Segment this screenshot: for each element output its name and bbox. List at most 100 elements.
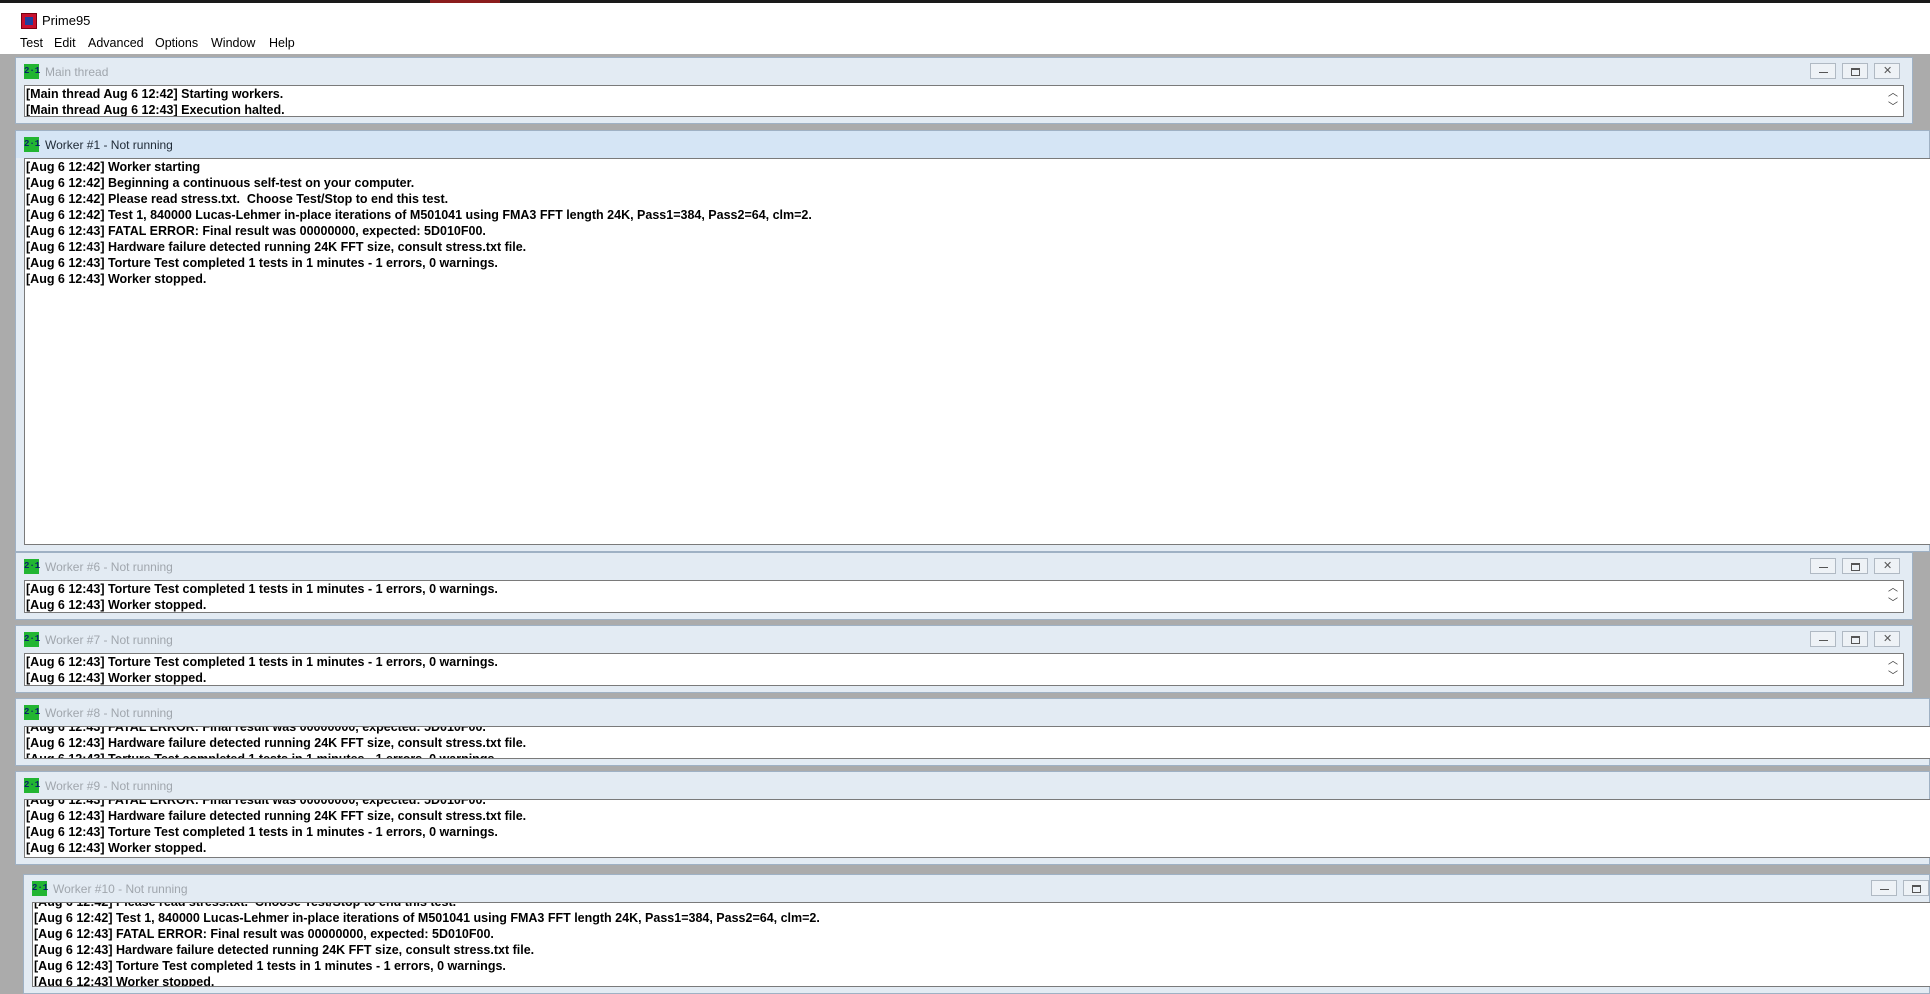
log-line: [Aug 6 12:43] Torture Test completed 1 t…: [26, 256, 498, 270]
log-line: [Aug 6 12:43] Worker stopped.: [34, 975, 215, 987]
window-title: Worker #7 - Not running: [45, 633, 173, 647]
log-line: [Aug 6 12:42] Test 1, 840000 Lucas-Lehme…: [26, 208, 812, 222]
worker-window-icon: 2·1: [24, 559, 40, 574]
log-lines: [Aug 6 12:43] Torture Test completed 1 t…: [25, 581, 1887, 612]
log-line: [Aug 6 12:43] Torture Test completed 1 t…: [26, 582, 498, 596]
log-line: [Aug 6 12:43] FATAL ERROR: Final result …: [26, 726, 486, 734]
log-pane[interactable]: [Main thread Aug 6 12:42] Starting worke…: [24, 85, 1904, 117]
log-lines: [Aug 6 12:42] Worker starting [Aug 6 12:…: [25, 159, 1915, 287]
log-line: [Aug 6 12:43] Hardware failure detected …: [34, 943, 535, 957]
window-caption[interactable]: 2·1 Worker #1 - Not running: [16, 131, 1929, 158]
menu-bar: Test Edit Advanced Options Window Help: [0, 34, 1930, 54]
window-caption[interactable]: 2·1 Worker #9 - Not running: [16, 772, 1929, 799]
worker-10-window[interactable]: 2·1 Worker #10 - Not running [Aug 6 12:4…: [23, 874, 1930, 994]
worker-window-icon: 2·1: [24, 705, 40, 720]
chevron-down-icon[interactable]: ﹀: [1887, 598, 1899, 610]
app-title: Prime95: [42, 13, 91, 28]
worker-window-icon: 2·1: [24, 632, 40, 647]
close-icon[interactable]: [1874, 63, 1900, 79]
log-line: [Main thread Aug 6 12:42] Starting worke…: [26, 87, 284, 101]
log-pane[interactable]: [Aug 6 12:43] FATAL ERROR: Final result …: [24, 726, 1930, 759]
menu-help[interactable]: Help: [269, 36, 295, 50]
log-lines: [Aug 6 12:43] Torture Test completed 1 t…: [25, 654, 1887, 685]
log-line: [Aug 6 12:43] FATAL ERROR: Final result …: [34, 927, 494, 941]
worker-1-window[interactable]: 2·1 Worker #1 - Not running [Aug 6 12:42…: [15, 130, 1930, 552]
caption-buttons: [1865, 880, 1929, 897]
log-line: [Aug 6 12:43] Worker stopped.: [26, 841, 207, 855]
worker-8-window[interactable]: 2·1 Worker #8 - Not running [Aug 6 12:43…: [15, 698, 1930, 766]
vertical-scrollbar[interactable]: ︿ ﹀: [1887, 654, 1903, 685]
window-caption[interactable]: 2·1 Main thread: [16, 58, 1912, 85]
window-caption[interactable]: 2·1 Worker #7 - Not running: [16, 626, 1912, 653]
worker-window-icon: 2·1: [32, 881, 48, 896]
log-lines: [Aug 6 12:43] FATAL ERROR: Final result …: [25, 799, 1915, 856]
log-pane[interactable]: [Aug 6 12:43] Torture Test completed 1 t…: [24, 580, 1904, 613]
menu-options[interactable]: Options: [155, 36, 198, 50]
log-line: [Aug 6 12:42] Worker starting: [26, 160, 201, 174]
close-icon[interactable]: [1874, 558, 1900, 574]
worker-window-icon: 2·1: [24, 64, 40, 79]
window-title: Worker #6 - Not running: [45, 560, 173, 574]
minimize-icon[interactable]: [1810, 558, 1836, 574]
minimize-icon[interactable]: [1871, 880, 1897, 896]
log-line: [Aug 6 12:43] Hardware failure detected …: [26, 736, 527, 750]
window-title: Main thread: [45, 65, 109, 79]
worker-6-window[interactable]: 2·1 Worker #6 - Not running [Aug 6 12:43…: [15, 552, 1913, 620]
chevron-down-icon[interactable]: ﹀: [1887, 102, 1899, 114]
log-line: [Aug 6 12:42] Please read stress.txt. Ch…: [26, 192, 449, 206]
menu-test[interactable]: Test: [20, 36, 43, 50]
log-pane[interactable]: [Aug 6 12:42] Worker starting [Aug 6 12:…: [24, 158, 1930, 545]
minimize-icon[interactable]: [1810, 63, 1836, 79]
restore-icon[interactable]: [1842, 631, 1868, 647]
caption-buttons: [1804, 631, 1900, 648]
log-pane[interactable]: [Aug 6 12:43] FATAL ERROR: Final result …: [24, 799, 1930, 858]
log-lines: [Main thread Aug 6 12:42] Starting worke…: [25, 86, 1887, 117]
chevron-up-icon[interactable]: ︿: [1887, 583, 1899, 595]
restore-icon[interactable]: [1903, 880, 1929, 896]
prime95-app-icon: [21, 13, 37, 29]
log-pane[interactable]: [Aug 6 12:43] Torture Test completed 1 t…: [24, 653, 1904, 686]
minimize-icon[interactable]: [1810, 631, 1836, 647]
worker-7-window[interactable]: 2·1 Worker #7 - Not running [Aug 6 12:43…: [15, 625, 1913, 693]
log-line: [Aug 6 12:43] Worker stopped.: [26, 671, 207, 685]
vertical-scrollbar[interactable]: ︿ ﹀: [1887, 86, 1903, 116]
mdi-client-area: 2·1 Main thread [Main thread Aug 6 12:42…: [14, 54, 1930, 994]
log-lines: [Aug 6 12:42] Please read stress.txt. Ch…: [33, 903, 1915, 987]
vertical-scrollbar[interactable]: ︿ ﹀: [1887, 581, 1903, 612]
log-line: [Aug 6 12:43] Torture Test completed 1 t…: [26, 825, 498, 839]
log-line: [Aug 6 12:43] FATAL ERROR: Final result …: [26, 224, 486, 238]
log-line: [Aug 6 12:43] FATAL ERROR: Final result …: [26, 799, 486, 807]
menu-advanced[interactable]: Advanced: [88, 36, 144, 50]
window-caption[interactable]: 2·1 Worker #6 - Not running: [16, 553, 1912, 580]
worker-9-window[interactable]: 2·1 Worker #9 - Not running [Aug 6 12:43…: [15, 771, 1930, 865]
close-icon[interactable]: [1874, 631, 1900, 647]
chevron-up-icon[interactable]: ︿: [1887, 656, 1899, 668]
log-pane[interactable]: [Aug 6 12:42] Please read stress.txt. Ch…: [32, 902, 1930, 987]
worker-window-icon: 2·1: [24, 137, 40, 152]
log-line: [Aug 6 12:43] Torture Test completed 1 t…: [26, 655, 498, 669]
log-line: [Aug 6 12:42] Test 1, 840000 Lucas-Lehme…: [34, 911, 820, 925]
restore-icon[interactable]: [1842, 63, 1868, 79]
menu-window[interactable]: Window: [211, 36, 255, 50]
main-thread-window[interactable]: 2·1 Main thread [Main thread Aug 6 12:42…: [15, 57, 1913, 124]
menu-edit[interactable]: Edit: [54, 36, 76, 50]
chevron-down-icon[interactable]: ﹀: [1887, 671, 1899, 683]
window-title: Worker #8 - Not running: [45, 706, 173, 720]
log-line: [Aug 6 12:42] Beginning a continuous sel…: [26, 176, 415, 190]
log-line: [Aug 6 12:43] Worker stopped.: [26, 598, 207, 612]
window-title: Worker #10 - Not running: [53, 882, 188, 896]
log-line: [Aug 6 12:43] Torture Test completed 1 t…: [34, 959, 506, 973]
window-title: Worker #9 - Not running: [45, 779, 173, 793]
app-titlebar[interactable]: Prime95: [0, 3, 1930, 34]
log-line: [Aug 6 12:43] Worker stopped.: [26, 272, 207, 286]
caption-buttons: [1804, 63, 1900, 80]
log-line: [Aug 6 12:43] Hardware failure detected …: [26, 809, 527, 823]
window-caption[interactable]: 2·1 Worker #10 - Not running: [24, 875, 1929, 902]
worker-window-icon: 2·1: [24, 778, 40, 793]
log-lines: [Aug 6 12:43] FATAL ERROR: Final result …: [25, 726, 1915, 758]
window-title: Worker #1 - Not running: [45, 138, 173, 152]
restore-icon[interactable]: [1842, 558, 1868, 574]
chevron-up-icon[interactable]: ︿: [1887, 88, 1899, 100]
log-line: [Main thread Aug 6 12:43] Execution halt…: [26, 103, 285, 117]
window-caption[interactable]: 2·1 Worker #8 - Not running: [16, 699, 1929, 726]
